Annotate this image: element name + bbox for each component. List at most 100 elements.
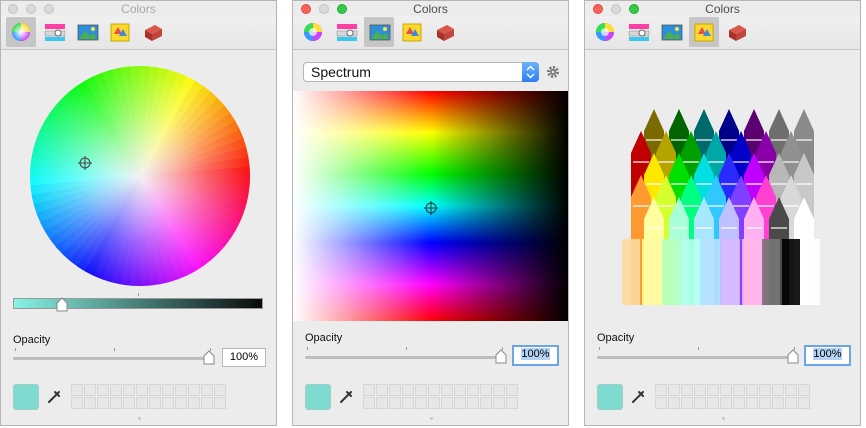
swatch-cell[interactable]: [759, 384, 771, 396]
swatch-cell[interactable]: [694, 397, 706, 409]
swatch-cell[interactable]: [162, 397, 174, 409]
opacity-field[interactable]: 100%: [804, 345, 851, 366]
crayon-body[interactable]: [622, 239, 640, 305]
tab-color-palettes[interactable]: [72, 17, 102, 47]
crayon-body[interactable]: [742, 239, 760, 305]
crayon-box[interactable]: [621, 109, 825, 305]
current-color-swatch[interactable]: [13, 384, 39, 410]
swatch-cell[interactable]: [71, 397, 83, 409]
swatch-cell[interactable]: [214, 397, 226, 409]
swatch-cell[interactable]: [772, 384, 784, 396]
color-swatch-grid[interactable]: [655, 384, 810, 409]
swatch-cell[interactable]: [110, 384, 122, 396]
resize-handle[interactable]: [138, 417, 141, 420]
tab-pencils[interactable]: [105, 17, 135, 47]
swatch-cell[interactable]: [746, 384, 758, 396]
swatch-cell[interactable]: [201, 397, 213, 409]
tab-color-wheel[interactable]: [298, 17, 328, 47]
swatch-cell[interactable]: [188, 384, 200, 396]
tab-color-sliders[interactable]: [331, 17, 361, 47]
swatch-cell[interactable]: [467, 397, 479, 409]
eyedropper-icon[interactable]: [630, 389, 646, 405]
swatch-cell[interactable]: [668, 384, 680, 396]
swatch-cell[interactable]: [506, 384, 518, 396]
swatch-cell[interactable]: [720, 384, 732, 396]
swatch-cell[interactable]: [162, 384, 174, 396]
swatch-cell[interactable]: [136, 384, 148, 396]
opacity-field[interactable]: 100%: [512, 345, 559, 366]
swatch-cell[interactable]: [428, 384, 440, 396]
swatch-cell[interactable]: [707, 384, 719, 396]
swatch-cell[interactable]: [493, 384, 505, 396]
color-wheel[interactable]: [28, 64, 252, 288]
swatch-cell[interactable]: [389, 384, 401, 396]
tab-color-palettes[interactable]: [364, 17, 394, 47]
swatch-cell[interactable]: [720, 397, 732, 409]
swatch-cell[interactable]: [136, 397, 148, 409]
swatch-cell[interactable]: [149, 384, 161, 396]
swatch-cell[interactable]: [493, 397, 505, 409]
swatch-cell[interactable]: [785, 397, 797, 409]
swatch-cell[interactable]: [798, 384, 810, 396]
opacity-slider[interactable]: [13, 357, 213, 360]
swatch-cell[interactable]: [798, 397, 810, 409]
swatch-cell[interactable]: [746, 397, 758, 409]
current-color-swatch[interactable]: [305, 384, 331, 410]
swatch-cell[interactable]: [97, 397, 109, 409]
swatch-cell[interactable]: [363, 384, 375, 396]
swatch-cell[interactable]: [415, 397, 427, 409]
tab-color-sliders[interactable]: [623, 17, 653, 47]
swatch-cell[interactable]: [480, 384, 492, 396]
swatch-cell[interactable]: [123, 397, 135, 409]
current-color-swatch[interactable]: [597, 384, 623, 410]
crayon-body[interactable]: [762, 239, 780, 305]
color-swatch-grid[interactable]: [71, 384, 226, 409]
tab-brick[interactable]: [138, 17, 168, 47]
swatch-cell[interactable]: [84, 397, 96, 409]
crayon-body[interactable]: [722, 239, 740, 305]
crayon-body[interactable]: [702, 239, 720, 305]
swatch-cell[interactable]: [175, 397, 187, 409]
swatch-cell[interactable]: [201, 384, 213, 396]
swatch-cell[interactable]: [441, 384, 453, 396]
crayon-body[interactable]: [642, 239, 660, 305]
swatch-cell[interactable]: [733, 384, 745, 396]
swatch-cell[interactable]: [376, 384, 388, 396]
crayon-body[interactable]: [802, 239, 820, 305]
swatch-cell[interactable]: [467, 384, 479, 396]
swatch-cell[interactable]: [402, 384, 414, 396]
resize-handle[interactable]: [430, 417, 433, 420]
swatch-cell[interactable]: [733, 397, 745, 409]
swatch-cell[interactable]: [655, 384, 667, 396]
swatch-cell[interactable]: [123, 384, 135, 396]
opacity-field[interactable]: 100%: [222, 348, 266, 367]
gear-icon[interactable]: [546, 65, 560, 79]
swatch-cell[interactable]: [694, 384, 706, 396]
swatch-cell[interactable]: [454, 384, 466, 396]
eyedropper-icon[interactable]: [338, 389, 354, 405]
crayon-body[interactable]: [662, 239, 680, 305]
opacity-knob[interactable]: [787, 349, 799, 364]
swatch-cell[interactable]: [655, 397, 667, 409]
swatch-cell[interactable]: [668, 397, 680, 409]
swatch-cell[interactable]: [480, 397, 492, 409]
crayon-body[interactable]: [782, 239, 800, 305]
swatch-cell[interactable]: [110, 397, 122, 409]
tab-pencils[interactable]: [397, 17, 427, 47]
color-swatch-grid[interactable]: [363, 384, 518, 409]
tab-color-palettes[interactable]: [656, 17, 686, 47]
opacity-knob[interactable]: [203, 350, 215, 365]
tab-brick[interactable]: [722, 17, 752, 47]
swatch-cell[interactable]: [772, 397, 784, 409]
tab-brick[interactable]: [430, 17, 460, 47]
swatch-cell[interactable]: [506, 397, 518, 409]
tab-color-sliders[interactable]: [39, 17, 69, 47]
swatch-cell[interactable]: [454, 397, 466, 409]
swatch-cell[interactable]: [214, 384, 226, 396]
eyedropper-icon[interactable]: [46, 389, 62, 405]
opacity-slider[interactable]: [597, 356, 797, 359]
swatch-cell[interactable]: [149, 397, 161, 409]
swatch-cell[interactable]: [389, 397, 401, 409]
swatch-cell[interactable]: [441, 397, 453, 409]
swatch-cell[interactable]: [376, 397, 388, 409]
